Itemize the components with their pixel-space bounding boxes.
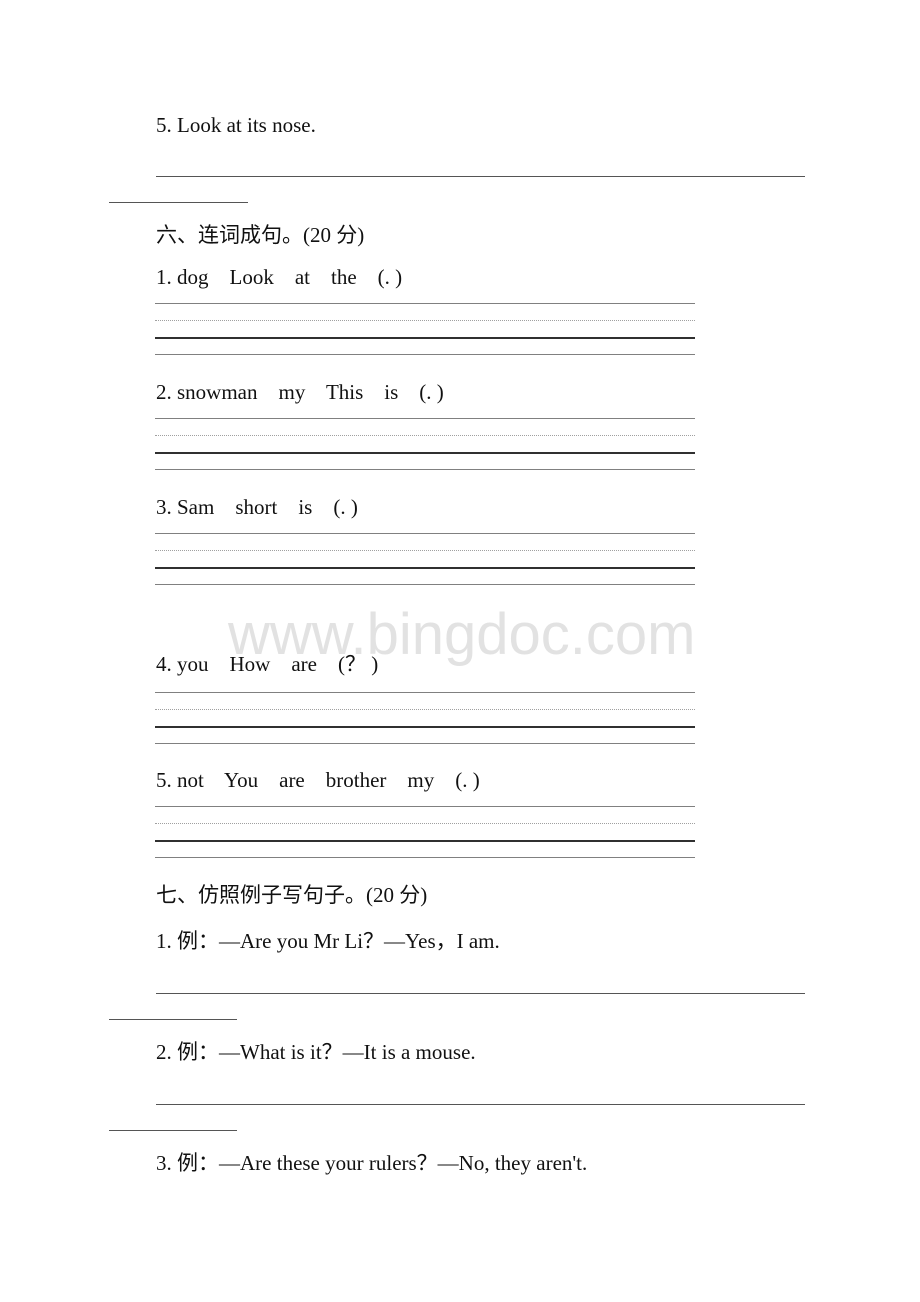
answer-line[interactable] [156, 993, 805, 994]
grid-top-line [155, 303, 695, 304]
grid-base-line [155, 840, 695, 842]
section7-item-3: 3. 例：—Are these your rulers？—No, they ar… [156, 1151, 588, 1175]
grid-top-line [155, 692, 695, 693]
section6-item-2: 2. snowman my This is (. ) [156, 380, 444, 404]
writing-grid-5[interactable] [155, 806, 695, 862]
grid-bottom-line [155, 743, 695, 744]
section6-item-4: 4. you How are (？ ) [156, 652, 379, 676]
grid-base-line [155, 452, 695, 454]
grid-dotted-line [155, 435, 695, 436]
grid-base-line [155, 337, 695, 339]
grid-top-line [155, 418, 695, 419]
grid-top-line [155, 806, 695, 807]
grid-bottom-line [155, 469, 695, 470]
grid-base-line [155, 726, 695, 728]
grid-base-line [155, 567, 695, 569]
section6-item-5: 5. not You are brother my (. ) [156, 768, 480, 792]
grid-bottom-line [155, 354, 695, 355]
section7-item-1: 1. 例：—Are you Mr Li？—Yes，I am. [156, 929, 500, 953]
grid-dotted-line [155, 550, 695, 551]
answer-line[interactable] [156, 176, 805, 177]
section7-heading: 七、仿照例子写句子。(20 分) [156, 883, 428, 907]
answer-line[interactable] [156, 1104, 805, 1105]
writing-grid-4[interactable] [155, 692, 695, 748]
writing-grid-3[interactable] [155, 533, 695, 589]
grid-top-line [155, 533, 695, 534]
previous-item-5: 5. Look at its nose. [156, 113, 316, 137]
section6-item-3: 3. Sam short is (. ) [156, 495, 358, 519]
writing-grid-1[interactable] [155, 303, 695, 359]
writing-grid-2[interactable] [155, 418, 695, 474]
answer-line-continuation[interactable] [109, 1019, 237, 1020]
answer-line-continuation[interactable] [109, 1130, 237, 1131]
grid-dotted-line [155, 823, 695, 824]
answer-line-continuation[interactable] [109, 202, 248, 203]
grid-bottom-line [155, 584, 695, 585]
section7-item-2: 2. 例：—What is it？—It is a mouse. [156, 1040, 476, 1064]
section6-item-1: 1. dog Look at the (. ) [156, 265, 403, 289]
grid-dotted-line [155, 320, 695, 321]
grid-bottom-line [155, 857, 695, 858]
grid-dotted-line [155, 709, 695, 710]
section6-heading: 六、连词成句。(20 分) [156, 223, 365, 247]
